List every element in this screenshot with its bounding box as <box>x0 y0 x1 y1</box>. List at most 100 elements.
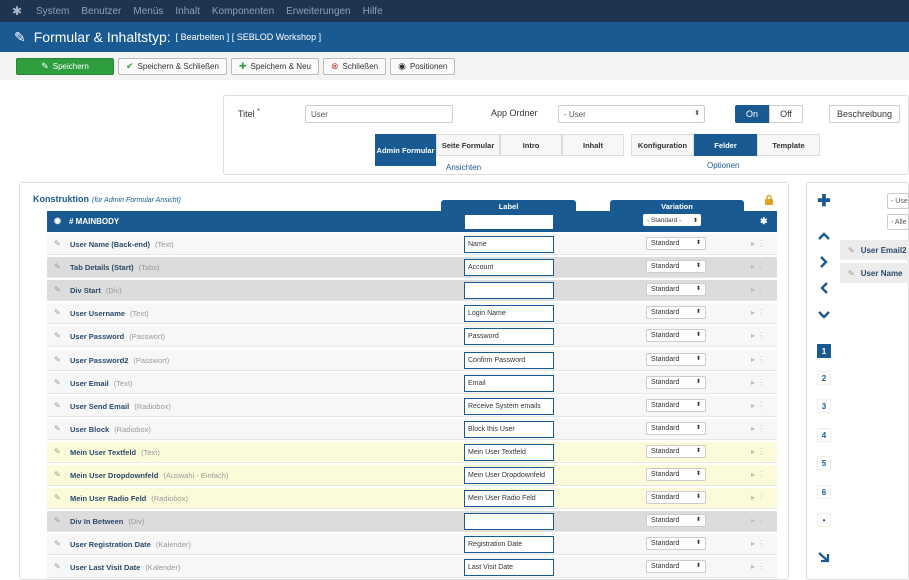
mainbody-variation-select[interactable]: - Standard - ⬍ <box>643 214 701 226</box>
field-label-input[interactable]: Confirm Password <box>464 351 554 369</box>
field-row[interactable]: ✎ User Send Email (Radiobox) Receive System… <box>47 395 777 417</box>
field-label-input[interactable]: Name <box>464 236 554 253</box>
field-label-input[interactable]: Block this User <box>464 420 554 438</box>
position-6[interactable]: 6 <box>817 485 831 499</box>
row-actions-icon[interactable]: ▸ ⋮ <box>751 331 765 340</box>
field-label-input[interactable]: Password <box>464 328 554 346</box>
field-variation-select[interactable]: Standard ⬍ <box>646 375 706 389</box>
field-label-input[interactable]: Receive System emails <box>464 397 554 415</box>
field-row[interactable]: ✎ User Email (Text) Email Standard ⬍ ▸ ⋮ <box>47 372 777 394</box>
chevron-left-icon[interactable] <box>815 279 833 297</box>
menu-item-help[interactable]: Hilfe <box>363 6 383 17</box>
tab-site-form[interactable]: Seite Formular <box>436 134 500 156</box>
menu-item-content[interactable]: Inhalt <box>175 6 199 17</box>
field-variation-select[interactable]: Standard ⬍ <box>646 491 706 505</box>
pencil-icon[interactable]: ✎ <box>54 424 61 433</box>
sidebar-filter-all[interactable]: - Alle <box>887 214 909 230</box>
field-label-input[interactable]: Login Name <box>464 305 554 323</box>
field-variation-select[interactable]: Standard ⬍ <box>646 237 706 250</box>
title-input[interactable]: User <box>305 105 453 123</box>
row-actions-icon[interactable]: ▸ ⋮ <box>751 378 765 387</box>
pencil-icon[interactable]: ✎ <box>54 493 61 502</box>
tab-fields[interactable]: Felder <box>694 134 757 156</box>
menu-item-menus[interactable]: Menüs <box>133 6 163 17</box>
row-actions-icon[interactable]: ▸ ⋮ <box>751 562 765 571</box>
field-row[interactable]: ✎ User Password2 (Passwort) Confirm Passwor… <box>47 349 777 371</box>
tab-configuration[interactable]: Konfiguration <box>631 134 694 156</box>
field-variation-select[interactable]: Standard ⬍ <box>646 537 706 551</box>
field-row[interactable]: ✎ User Block (Radiobox) Block this User Stan… <box>47 418 777 440</box>
field-variation-select[interactable]: Standard ⬍ <box>646 421 706 435</box>
field-label-input[interactable]: Email <box>464 374 554 392</box>
row-actions-icon[interactable]: ▸ ⋮ <box>751 308 765 317</box>
field-row[interactable]: ✎ User Registration Date (Kalender) Registr… <box>47 534 777 556</box>
sidebar-field-user-email2[interactable]: ✎ User Email2 <box>840 240 909 260</box>
field-row[interactable]: ✎ User Name (Back-end) (Text) Name Standard ⬍… <box>47 234 777 255</box>
positions-button[interactable]: ◉ Positionen <box>390 57 456 75</box>
position-more[interactable]: • <box>817 513 831 527</box>
tab-content[interactable]: Inhalt <box>562 134 624 156</box>
field-row[interactable]: ✎ Div Start (Div) Standard ⬍ ▸ ⋮ <box>47 280 777 302</box>
row-actions-icon[interactable]: ▸ ⋮ <box>751 424 765 433</box>
row-actions-icon[interactable]: ▸ ⋮ <box>751 447 765 456</box>
save-close-button[interactable]: ✔ Speichern & Schließen <box>118 57 227 75</box>
settings-icon[interactable]: ✱ <box>760 216 768 227</box>
save-button[interactable]: ✎ Speichern <box>16 57 114 75</box>
field-row[interactable]: ✎ User Last Visit Date (Kalender) Last Visi… <box>47 557 777 579</box>
field-label-input[interactable]: Account <box>464 259 554 277</box>
radio-dot-icon[interactable]: ◉ <box>54 216 61 225</box>
position-2[interactable]: 2 <box>817 371 831 385</box>
pencil-icon[interactable]: ✎ <box>54 262 61 271</box>
field-label-input[interactable] <box>464 513 554 531</box>
chevron-up-icon[interactable] <box>815 227 833 245</box>
menu-item-users[interactable]: Benutzer <box>81 6 121 17</box>
field-row[interactable]: ✎ Mein User Radio Feld (Radiobox) Mein User… <box>47 488 777 510</box>
field-variation-select[interactable]: Standard ⬍ <box>646 468 706 481</box>
mainbody-label-input[interactable] <box>464 214 554 230</box>
field-variation-select[interactable]: Standard ⬍ <box>646 283 706 297</box>
tab-admin-form[interactable]: Admin Formular <box>375 134 436 166</box>
chevron-down-icon[interactable] <box>815 306 833 324</box>
menu-item-components[interactable]: Komponenten <box>212 6 274 17</box>
row-actions-icon[interactable]: ▸ ⋮ <box>751 516 765 525</box>
field-variation-select[interactable]: Standard ⬍ <box>646 514 706 528</box>
pencil-icon[interactable]: ✎ <box>54 308 61 317</box>
field-label-input[interactable]: Registration Date <box>464 536 554 554</box>
field-row[interactable]: ✎ User Username (Text) Login Name Standard ⬍ ▸… <box>47 303 777 325</box>
pencil-icon[interactable]: ✎ <box>54 447 61 456</box>
pencil-icon[interactable]: ✎ <box>54 239 61 248</box>
row-actions-icon[interactable]: ▸ ⋮ <box>751 401 765 410</box>
row-actions-icon[interactable]: ▸ ⋮ <box>751 470 765 479</box>
field-variation-select[interactable]: Standard ⬍ <box>646 260 706 274</box>
position-4[interactable]: 4 <box>817 428 831 442</box>
tab-template[interactable]: Template <box>757 134 820 156</box>
row-actions-icon[interactable]: ▸ ⋮ <box>751 285 765 294</box>
move-bottom-icon[interactable] <box>815 548 833 566</box>
add-icon[interactable]: ✚ <box>815 192 833 210</box>
pencil-icon[interactable]: ✎ <box>54 355 61 364</box>
field-label-input[interactable]: Mein User Textfeld <box>464 443 554 461</box>
row-actions-icon[interactable]: ▸ ⋮ <box>751 239 765 248</box>
field-label-input[interactable] <box>464 282 554 300</box>
menu-item-extensions[interactable]: Erweiterungen <box>286 6 350 17</box>
menu-item-system[interactable]: System <box>36 6 69 17</box>
row-actions-icon[interactable]: ▸ ⋮ <box>751 262 765 271</box>
mainbody-position-row[interactable]: ◉ # MAINBODY - Standard - ⬍ ✱ <box>47 211 777 232</box>
pencil-icon[interactable]: ✎ <box>54 401 61 410</box>
position-3[interactable]: 3 <box>817 399 831 413</box>
sidebar-filter-app[interactable]: - Use <box>887 193 909 209</box>
close-button[interactable]: ⊗ Schließen <box>322 57 387 75</box>
field-variation-select[interactable]: Standard ⬍ <box>646 560 706 574</box>
row-actions-icon[interactable]: ▸ ⋮ <box>751 355 765 364</box>
save-new-button[interactable]: ✚ Speichern & Neu <box>230 57 319 75</box>
position-1[interactable]: 1 <box>817 344 831 358</box>
pencil-icon[interactable]: ✎ <box>54 285 61 294</box>
row-actions-icon[interactable]: ▸ ⋮ <box>751 539 765 548</box>
lock-icon[interactable] <box>764 194 774 205</box>
field-row[interactable]: ✎ Mein User Textfeld (Text) Mein User Textf… <box>47 441 777 463</box>
field-row[interactable]: ✎ Tab Details (Start) (Tabs) Account Standar… <box>47 257 777 279</box>
pencil-icon[interactable]: ✎ <box>54 378 61 387</box>
position-5[interactable]: 5 <box>817 456 831 470</box>
pencil-icon[interactable]: ✎ <box>54 516 61 525</box>
field-label-input[interactable]: Last Visit Date <box>464 559 554 577</box>
